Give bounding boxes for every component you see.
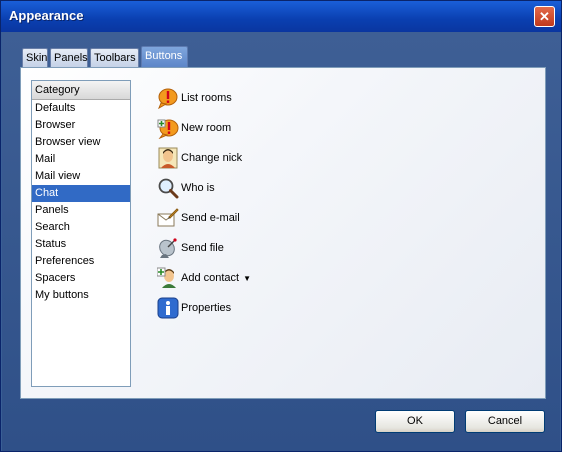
category-item-spacers[interactable]: Spacers: [32, 270, 130, 287]
who-is-button[interactable]: Who is: [157, 176, 215, 200]
new-room-label: New room: [181, 122, 232, 134]
properties-button[interactable]: Properties: [157, 296, 231, 320]
change-nick-label: Change nick: [181, 152, 243, 164]
category-item-preferences[interactable]: Preferences: [32, 253, 130, 270]
tab-buttons[interactable]: Buttons: [141, 46, 188, 68]
dialog-client-area: Skin Panels Toolbars Buttons Category De…: [2, 32, 560, 451]
tab-toolbars[interactable]: Toolbars: [90, 48, 139, 68]
category-item-defaults[interactable]: Defaults: [32, 100, 130, 117]
list-rooms-icon: [158, 88, 178, 109]
category-item-browser[interactable]: Browser: [32, 117, 130, 134]
send-email-button[interactable]: Send e-mail: [157, 206, 240, 230]
close-icon: ✕: [539, 9, 550, 24]
send-file-icon: [159, 238, 177, 258]
add-contact-button[interactable]: Add contact ▼: [157, 266, 251, 290]
dropdown-arrow-icon[interactable]: ▼: [243, 274, 251, 283]
send-email-label: Send e-mail: [181, 212, 240, 224]
category-item-mail[interactable]: Mail: [32, 151, 130, 168]
properties-label: Properties: [181, 302, 232, 314]
change-nick-icon: [158, 147, 178, 169]
title-bar[interactable]: Appearance ✕: [1, 1, 561, 32]
tab-panel-buttons: Category Defaults Browser Browser view Mail…: [20, 67, 546, 399]
category-item-chat[interactable]: Chat: [32, 185, 130, 202]
appearance-dialog: Appearance ✕ Skin Panels Toolbars Button…: [0, 0, 562, 452]
send-email-icon: [157, 208, 179, 227]
category-item-my-buttons[interactable]: My buttons: [32, 287, 130, 304]
category-listbox[interactable]: Category Defaults Browser Browser view Mail…: [31, 80, 131, 387]
category-list: Defaults Browser Browser view Mail Mail view…: [32, 100, 130, 304]
add-contact-icon: [157, 267, 176, 288]
ok-button[interactable]: OK: [375, 410, 455, 433]
category-item-search[interactable]: Search: [32, 219, 130, 236]
send-file-label: Send file: [181, 242, 224, 254]
category-item-panels[interactable]: Panels: [32, 202, 130, 219]
list-rooms-button[interactable]: List rooms: [157, 86, 232, 110]
category-item-mail-view[interactable]: Mail view: [32, 168, 130, 185]
category-item-browser-view[interactable]: Browser view: [32, 134, 130, 151]
magnifier-icon: [158, 178, 179, 199]
send-file-button[interactable]: Send file: [157, 236, 224, 260]
close-button[interactable]: ✕: [534, 6, 555, 27]
tab-panels[interactable]: Panels: [50, 48, 88, 68]
add-contact-label: Add contact: [181, 272, 240, 284]
cancel-button[interactable]: Cancel: [465, 410, 545, 433]
list-rooms-label: List rooms: [181, 92, 232, 104]
category-item-status[interactable]: Status: [32, 236, 130, 253]
tab-skin[interactable]: Skin: [22, 48, 48, 68]
change-nick-button[interactable]: Change nick: [157, 146, 242, 170]
new-room-icon: [157, 119, 179, 139]
properties-icon: [157, 297, 179, 319]
new-room-button[interactable]: New room: [157, 116, 231, 140]
who-is-label: Who is: [181, 182, 215, 194]
window-title: Appearance: [9, 8, 84, 23]
category-header[interactable]: Category: [32, 81, 130, 100]
